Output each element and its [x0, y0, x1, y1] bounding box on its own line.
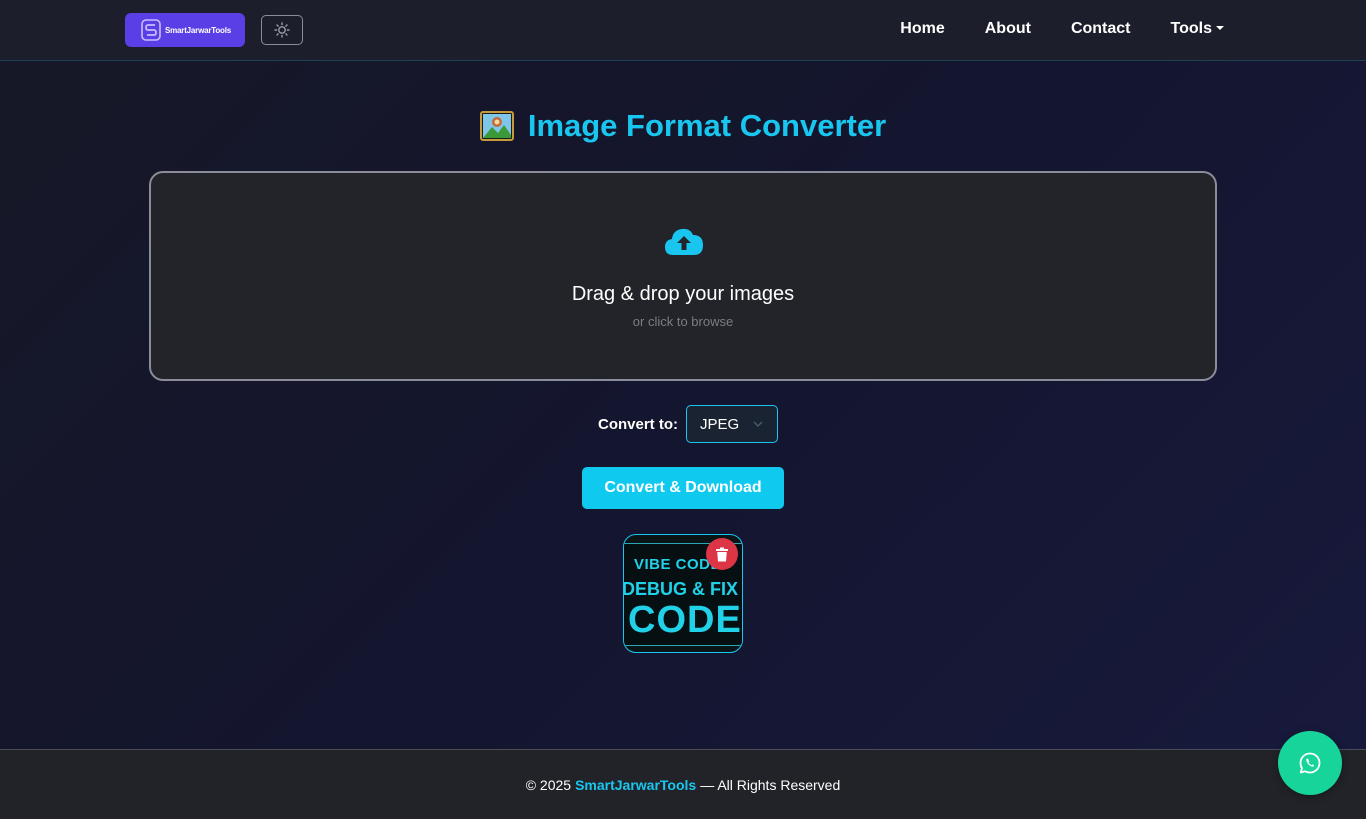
chevron-down-icon	[753, 421, 763, 427]
nav-contact-link[interactable]: Contact	[1071, 20, 1131, 38]
whatsapp-button[interactable]	[1278, 731, 1342, 795]
dropzone-title: Drag & drop your images	[571, 283, 795, 305]
logo-mark-icon	[141, 19, 161, 41]
nav-tools-dropdown[interactable]: Tools	[1171, 20, 1224, 38]
convert-to-label: Convert to:	[598, 415, 678, 433]
convert-download-button[interactable]: Convert & Download	[582, 467, 784, 509]
nav-tools-label: Tools	[1170, 20, 1212, 37]
image-dropzone[interactable]: Drag & drop your images or click to brow…	[149, 171, 1217, 381]
nav-home-link[interactable]: Home	[900, 20, 944, 38]
thumbnail-text-line3: CODE	[628, 599, 742, 641]
page-header: Image Format Converter	[0, 108, 1366, 144]
navbar: SmartJarwarTools Home About Contact Tool…	[0, 0, 1366, 61]
footer-rights: — All Rights Reserved	[700, 776, 841, 793]
logo-text: SmartJarwarTools	[165, 25, 232, 35]
format-select[interactable]: JPEG	[686, 405, 778, 443]
thumbnail-text-line2: DEBUG & FIX	[623, 579, 739, 599]
whatsapp-icon	[1299, 752, 1321, 774]
delete-image-button[interactable]	[706, 538, 738, 570]
footer-copyright: © 2025	[525, 776, 572, 793]
nav-links: Home About Contact Tools	[900, 20, 1224, 38]
logo[interactable]: SmartJarwarTools	[125, 13, 245, 47]
trash-icon	[716, 547, 728, 561]
caret-down-icon	[1216, 26, 1224, 30]
footer: © 2025 SmartJarwarTools — All Rights Res…	[0, 749, 1366, 819]
footer-brand-link[interactable]: SmartJarwarTools	[575, 777, 696, 793]
dropzone-subtitle: or click to browse	[632, 314, 734, 329]
theme-toggle-button[interactable]	[261, 15, 303, 45]
cloud-upload-icon	[665, 228, 703, 255]
sun-icon	[274, 22, 290, 38]
format-select-value: JPEG	[700, 415, 740, 433]
framed-picture-icon	[479, 111, 514, 141]
convert-options: Convert to: JPEG	[0, 405, 1366, 443]
nav-about-link[interactable]: About	[985, 20, 1031, 38]
page-title: Image Format Converter	[527, 108, 887, 143]
